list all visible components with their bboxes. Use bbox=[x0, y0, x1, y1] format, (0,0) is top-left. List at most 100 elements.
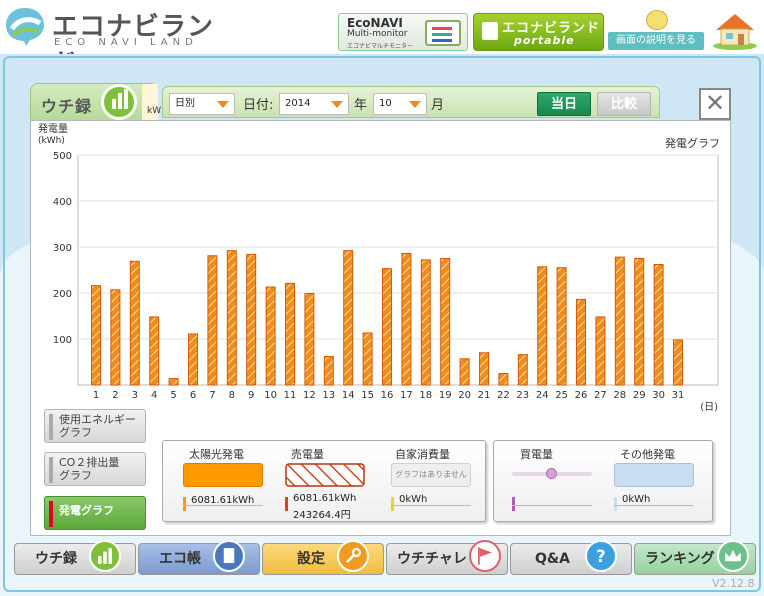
solar-marker bbox=[183, 497, 186, 511]
bar bbox=[362, 332, 373, 386]
nav-ecocho-label: エコ帳 bbox=[159, 551, 201, 567]
x-tick-label: 18 bbox=[419, 390, 432, 401]
y-tick-label: 500 bbox=[53, 151, 72, 162]
energy-usage-graph-button[interactable]: 使用エネルギー グラフ bbox=[44, 409, 146, 443]
top-bar: エコナビランド ECO NAVI LAND EcoNAVI Multi-moni… bbox=[0, 0, 764, 79]
x-tick-label: 25 bbox=[555, 390, 568, 401]
house-icon[interactable] bbox=[712, 10, 758, 50]
period-select[interactable]: 日別 bbox=[169, 93, 235, 115]
bar-chart-icon bbox=[89, 540, 121, 572]
year-value: 2014 bbox=[285, 98, 311, 109]
bar-chart-icon bbox=[101, 84, 137, 120]
self-consumption-value: 0kWh bbox=[399, 494, 428, 505]
bar bbox=[149, 316, 160, 386]
nav-ranking[interactable]: ランキング bbox=[634, 540, 756, 575]
co2-label-1: CO２排出量 bbox=[59, 456, 120, 469]
x-axis-unit: (日) bbox=[700, 402, 718, 413]
generation-graph-button[interactable]: 発電グラフ bbox=[44, 496, 146, 530]
x-tick-label: 27 bbox=[594, 390, 607, 401]
self-consumption-label: 自家消費量 bbox=[395, 448, 450, 461]
x-tick-label: 8 bbox=[229, 390, 235, 401]
x-tick-label: 7 bbox=[209, 390, 215, 401]
nav-uchichare[interactable]: ウチチャレ bbox=[386, 540, 508, 575]
nav-qa[interactable]: Q&A ? bbox=[510, 540, 632, 575]
x-tick-label: 28 bbox=[613, 390, 626, 401]
x-tick-label: 14 bbox=[342, 390, 355, 401]
nav-ecocho[interactable]: エコ帳 bbox=[138, 540, 260, 575]
close-button[interactable]: ✕ bbox=[699, 88, 731, 120]
bar bbox=[420, 259, 431, 386]
bar bbox=[459, 358, 470, 386]
bar bbox=[265, 286, 276, 386]
nav-settings[interactable]: 設定 bbox=[262, 540, 384, 575]
chevron-down-icon bbox=[409, 101, 421, 108]
nav-ranking-label: ランキング bbox=[645, 551, 715, 567]
bar bbox=[343, 250, 354, 386]
logo-subtext: ECO NAVI LAND bbox=[54, 37, 198, 48]
chart-title: 発電グラフ bbox=[665, 136, 720, 150]
x-tick-label: 26 bbox=[575, 390, 588, 401]
self-consumption-no-graph: グラフはありません bbox=[391, 463, 471, 487]
x-tick-label: 1 bbox=[93, 390, 99, 401]
sell-value: 6081.61kWh bbox=[293, 493, 357, 504]
year-label: 年 bbox=[354, 98, 368, 113]
svg-text:?: ? bbox=[596, 547, 606, 566]
econavi-subtitle: Multi-monitor bbox=[347, 29, 408, 39]
solar-underline bbox=[183, 505, 263, 506]
x-tick-label: 31 bbox=[672, 390, 685, 401]
help-button[interactable]: 画面の説明を見る bbox=[608, 10, 704, 50]
nav-uchiroku[interactable]: ウチ録 bbox=[14, 540, 136, 575]
eco-navi-land-logo: エコナビランド ECO NAVI LAND bbox=[4, 3, 234, 79]
energy-usage-label-2: グラフ bbox=[59, 426, 92, 439]
other-generation-underline bbox=[614, 505, 694, 506]
x-tick-label: 20 bbox=[458, 390, 471, 401]
x-tick-label: 10 bbox=[264, 390, 277, 401]
x-tick-label: 22 bbox=[497, 390, 510, 401]
year-select[interactable]: 2014 bbox=[279, 93, 349, 115]
y-axis-label: 発電量 bbox=[38, 122, 68, 135]
generation-bar-chart: 100200300400500発電量(kWh) 発電グラフ(日)1 2 3 4 5 6 7 8 9… bbox=[38, 122, 720, 413]
x-tick-label: 2 bbox=[112, 390, 118, 401]
sell-swatch bbox=[285, 463, 365, 487]
month-select[interactable]: 10 bbox=[373, 93, 427, 115]
bar bbox=[285, 282, 295, 386]
sell-marker bbox=[285, 497, 288, 511]
bar bbox=[440, 258, 451, 386]
bar bbox=[673, 339, 683, 386]
econavi-title: EcoNAVI bbox=[347, 16, 403, 30]
bar bbox=[110, 289, 121, 386]
solar-label: 太陽光発電 bbox=[189, 448, 244, 461]
filter-bar: 日別 日付: 2014 年 10 月 当日 比較 bbox=[162, 86, 660, 118]
tab-uchiroku[interactable]: ウチ録 kW bbox=[30, 83, 161, 121]
bar bbox=[537, 266, 548, 386]
purchase-summary-box: 買電量 その他発電 0kWh bbox=[493, 440, 713, 522]
chevron-down-icon bbox=[331, 101, 343, 108]
x-tick-label: 6 bbox=[190, 390, 196, 401]
tab-label: ウチ録 bbox=[41, 97, 93, 116]
nav-qa-label: Q&A bbox=[535, 551, 570, 567]
monitor-icon bbox=[425, 20, 461, 46]
solar-swatch bbox=[183, 463, 263, 487]
nav-uchiroku-label: ウチ録 bbox=[35, 551, 77, 567]
today-button[interactable]: 当日 bbox=[537, 92, 591, 116]
x-tick-label: 5 bbox=[170, 390, 176, 401]
x-tick-label: 30 bbox=[652, 390, 665, 401]
logo-bubble-icon bbox=[6, 8, 44, 46]
bottom-nav: ウチ録 エコ帳 設定 ウチチャレ Q&A ? ランキング bbox=[14, 540, 756, 575]
econavi-multimonitor-button[interactable]: EcoNAVI Multi-monitor エコナビマルチモニター bbox=[338, 13, 468, 51]
energy-usage-label-1: 使用エネルギー bbox=[59, 413, 136, 426]
bar bbox=[91, 285, 101, 386]
other-generation-swatch bbox=[614, 463, 694, 487]
bar bbox=[382, 268, 392, 386]
y-tick-label: 400 bbox=[53, 197, 72, 208]
bar bbox=[207, 255, 218, 386]
co2-graph-button[interactable]: CO２排出量 グラフ bbox=[44, 452, 146, 486]
x-tick-label: 16 bbox=[381, 390, 394, 401]
compare-button[interactable]: 比較 bbox=[597, 92, 651, 116]
bar bbox=[498, 373, 509, 386]
period-value: 日別 bbox=[175, 98, 195, 109]
econavi-portable-button[interactable]: エコナビランド portable bbox=[473, 13, 604, 51]
bar bbox=[246, 253, 257, 386]
x-tick-label: 19 bbox=[439, 390, 452, 401]
x-tick-label: 23 bbox=[516, 390, 529, 401]
